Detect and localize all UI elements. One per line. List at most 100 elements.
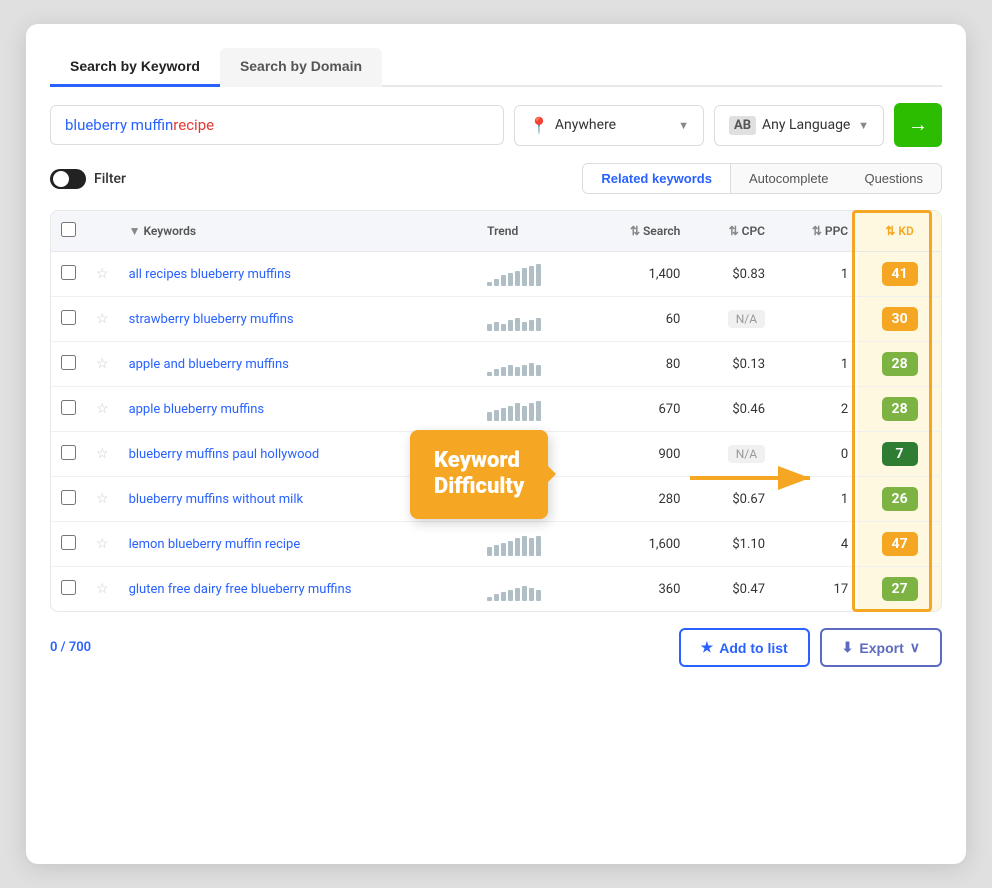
tab-search-keyword[interactable]: Search by Keyword xyxy=(50,48,220,87)
export-button[interactable]: ⬇ Export ∨ xyxy=(820,628,942,667)
selection-count: 0 / 700 xyxy=(50,640,91,655)
table-row: ☆strawberry blueberry muffins60N/A30 xyxy=(51,297,941,342)
cell-ppc: 1 xyxy=(775,477,858,522)
cell-cpc: $1.10 xyxy=(690,522,775,567)
row-checkbox[interactable] xyxy=(61,535,76,550)
add-to-list-button[interactable]: ★ Add to list xyxy=(679,628,810,667)
toggle-indicator xyxy=(53,171,69,187)
filter-row: Filter Related keywords Autocomplete Que… xyxy=(50,163,942,194)
export-chevron: ∨ xyxy=(910,639,920,656)
keywords-col-label: Keywords xyxy=(143,224,196,238)
cell-trend xyxy=(477,522,586,567)
cell-cpc: $0.67 xyxy=(690,477,775,522)
cell-cpc: $0.83 xyxy=(690,252,775,297)
table-row: ☆ blueberry muffins without milk 280$0.671… xyxy=(51,477,941,522)
header-kd[interactable]: ⇅ KD xyxy=(858,211,941,252)
language-select[interactable]: AB Any Language ▼ xyxy=(714,105,884,146)
cell-search: 1,600 xyxy=(586,522,690,567)
tab-search-domain[interactable]: Search by Domain xyxy=(220,48,382,87)
cell-ppc: 1 xyxy=(775,252,858,297)
cell-search: 360 xyxy=(586,567,690,612)
cell-keyword: strawberry blueberry muffins xyxy=(119,297,478,342)
row-checkbox[interactable] xyxy=(61,355,76,370)
filter-left: Filter xyxy=(50,169,126,189)
cell-search: 1,400 xyxy=(586,252,690,297)
tab-bar: Search by Keyword Search by Domain xyxy=(50,48,942,87)
tab-related-keywords[interactable]: Related keywords xyxy=(582,163,731,194)
export-label: Export xyxy=(859,640,903,656)
table-row: ☆all recipes blueberry muffins1,400$0.83… xyxy=(51,252,941,297)
header-checkbox-cell xyxy=(51,211,86,252)
cell-kd: 47 xyxy=(858,522,941,567)
filter-toggle[interactable] xyxy=(50,169,86,189)
select-all-checkbox[interactable] xyxy=(61,222,76,237)
cell-search: 670 xyxy=(586,387,690,432)
cell-cpc: N/A xyxy=(690,297,775,342)
cell-kd: 28 xyxy=(858,342,941,387)
star-icon[interactable]: ☆ xyxy=(96,311,109,327)
star-icon[interactable]: ☆ xyxy=(96,401,109,417)
location-label: Anywhere xyxy=(555,117,616,133)
kd-badge: 28 xyxy=(882,397,918,421)
cell-kd: 26 xyxy=(858,477,941,522)
cell-trend xyxy=(477,387,586,432)
cell-search: 900 xyxy=(586,432,690,477)
results-table: ▼ Keywords Trend ⇅ Search ⇅ CPC ⇅ PPC ⇅ … xyxy=(50,210,942,612)
row-checkbox[interactable] xyxy=(61,310,76,325)
ppc-col-sort: ⇅ xyxy=(812,224,822,238)
table-row: ☆lemon blueberry muffin recipe1,600$1.10… xyxy=(51,522,941,567)
tab-autocomplete[interactable]: Autocomplete xyxy=(731,163,847,194)
cell-keyword: blueberry muffins without milk xyxy=(119,477,478,522)
row-checkbox[interactable] xyxy=(61,400,76,415)
na-badge: N/A xyxy=(728,445,765,463)
cell-kd: 28 xyxy=(858,387,941,432)
star-icon[interactable]: ☆ xyxy=(96,581,109,597)
row-checkbox[interactable] xyxy=(61,490,76,505)
cell-keyword: gluten free dairy free blueberry muffins xyxy=(119,567,478,612)
location-select[interactable]: 📍 Anywhere ▼ xyxy=(514,105,704,146)
main-card: Search by Keyword Search by Domain blueb… xyxy=(26,24,966,864)
cell-keyword: blueberry muffins paul hollywood xyxy=(119,432,478,477)
location-dropdown-arrow: ▼ xyxy=(678,119,689,132)
table-footer: 0 / 700 ★ Add to list ⬇ Export ∨ xyxy=(50,628,942,667)
row-checkbox[interactable] xyxy=(61,265,76,280)
tab-questions[interactable]: Questions xyxy=(846,163,942,194)
kd-badge: 28 xyxy=(882,352,918,376)
star-icon[interactable]: ☆ xyxy=(96,446,109,462)
header-keywords[interactable]: ▼ Keywords xyxy=(119,211,478,252)
header-search[interactable]: ⇅ Search xyxy=(586,211,690,252)
cell-ppc: 4 xyxy=(775,522,858,567)
download-icon: ⬇ xyxy=(842,639,854,656)
cell-kd: 27 xyxy=(858,567,941,612)
search-query-blue: blueberry muffin xyxy=(65,116,173,134)
sort-icon: ▼ xyxy=(129,224,141,238)
cell-search: 280 xyxy=(586,477,690,522)
header-cpc[interactable]: ⇅ CPC xyxy=(690,211,775,252)
table-row: ☆ gluten free dairy free blueberry muffin… xyxy=(51,567,941,612)
location-icon: 📍 xyxy=(529,116,549,135)
footer-actions: ★ Add to list ⬇ Export ∨ xyxy=(679,628,942,667)
cell-trend xyxy=(477,432,586,477)
star-icon[interactable]: ☆ xyxy=(96,491,109,507)
cell-cpc: $0.13 xyxy=(690,342,775,387)
cell-kd: 30 xyxy=(858,297,941,342)
search-button[interactable]: → xyxy=(894,103,942,147)
search-col-label: Search xyxy=(643,224,680,238)
kd-badge: 30 xyxy=(882,307,918,331)
add-to-list-label: Add to list xyxy=(719,640,787,656)
cell-trend xyxy=(477,297,586,342)
cell-cpc: $0.47 xyxy=(690,567,775,612)
star-icon[interactable]: ☆ xyxy=(96,266,109,282)
star-icon[interactable]: ☆ xyxy=(96,356,109,372)
cell-ppc: 1 xyxy=(775,342,858,387)
header-ppc[interactable]: ⇅ PPC xyxy=(775,211,858,252)
row-checkbox[interactable] xyxy=(61,445,76,460)
cell-cpc: N/A xyxy=(690,432,775,477)
table-row: ☆apple blueberry muffins670$0.46228 xyxy=(51,387,941,432)
star-icon[interactable]: ☆ xyxy=(96,536,109,552)
kd-badge: 7 xyxy=(882,442,918,466)
table-container: ▼ Keywords Trend ⇅ Search ⇅ CPC ⇅ PPC ⇅ … xyxy=(50,210,942,612)
search-query-rest: recipe xyxy=(173,116,214,134)
row-checkbox[interactable] xyxy=(61,580,76,595)
kd-badge: 27 xyxy=(882,577,918,601)
